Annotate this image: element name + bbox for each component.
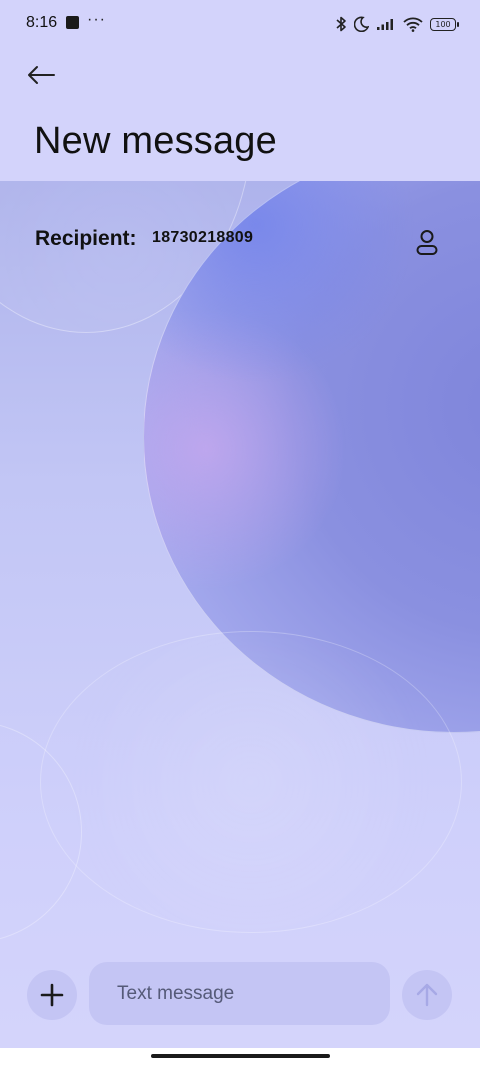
decorative-bubble: [40, 631, 462, 933]
moon-icon: [354, 16, 369, 32]
navigation-bar: [0, 1048, 480, 1067]
recipient-row: Recipient: 18730218809: [0, 225, 480, 255]
person-icon: [416, 230, 438, 255]
app-notification-icon: [66, 16, 79, 29]
status-time: 8:16: [26, 14, 58, 31]
select-contact-button[interactable]: [410, 225, 444, 259]
wifi-icon: [403, 17, 423, 32]
arrow-up-icon: [416, 983, 438, 1007]
status-bar: 8:16 ··· 100: [0, 0, 480, 48]
header: New message: [0, 48, 480, 181]
more-notifications-indicator: ···: [87, 11, 106, 28]
bluetooth-icon: [336, 16, 346, 32]
recipient-label: Recipient:: [35, 227, 137, 250]
battery-icon: 100: [430, 17, 459, 31]
page-title: New message: [34, 120, 277, 162]
status-icons: 100: [336, 14, 459, 34]
recipient-field[interactable]: 18730218809: [152, 229, 253, 247]
message-input[interactable]: [89, 962, 390, 1025]
compose-bar: [0, 962, 480, 1026]
signal-icon: [377, 19, 393, 30]
back-button[interactable]: [22, 60, 62, 100]
attach-button[interactable]: [27, 970, 77, 1020]
conversation-area: Recipient: 18730218809: [0, 181, 480, 1048]
send-button[interactable]: [402, 970, 452, 1020]
home-indicator[interactable]: [151, 1054, 330, 1058]
plus-icon: [40, 983, 64, 1007]
arrow-left-icon: [28, 66, 55, 84]
